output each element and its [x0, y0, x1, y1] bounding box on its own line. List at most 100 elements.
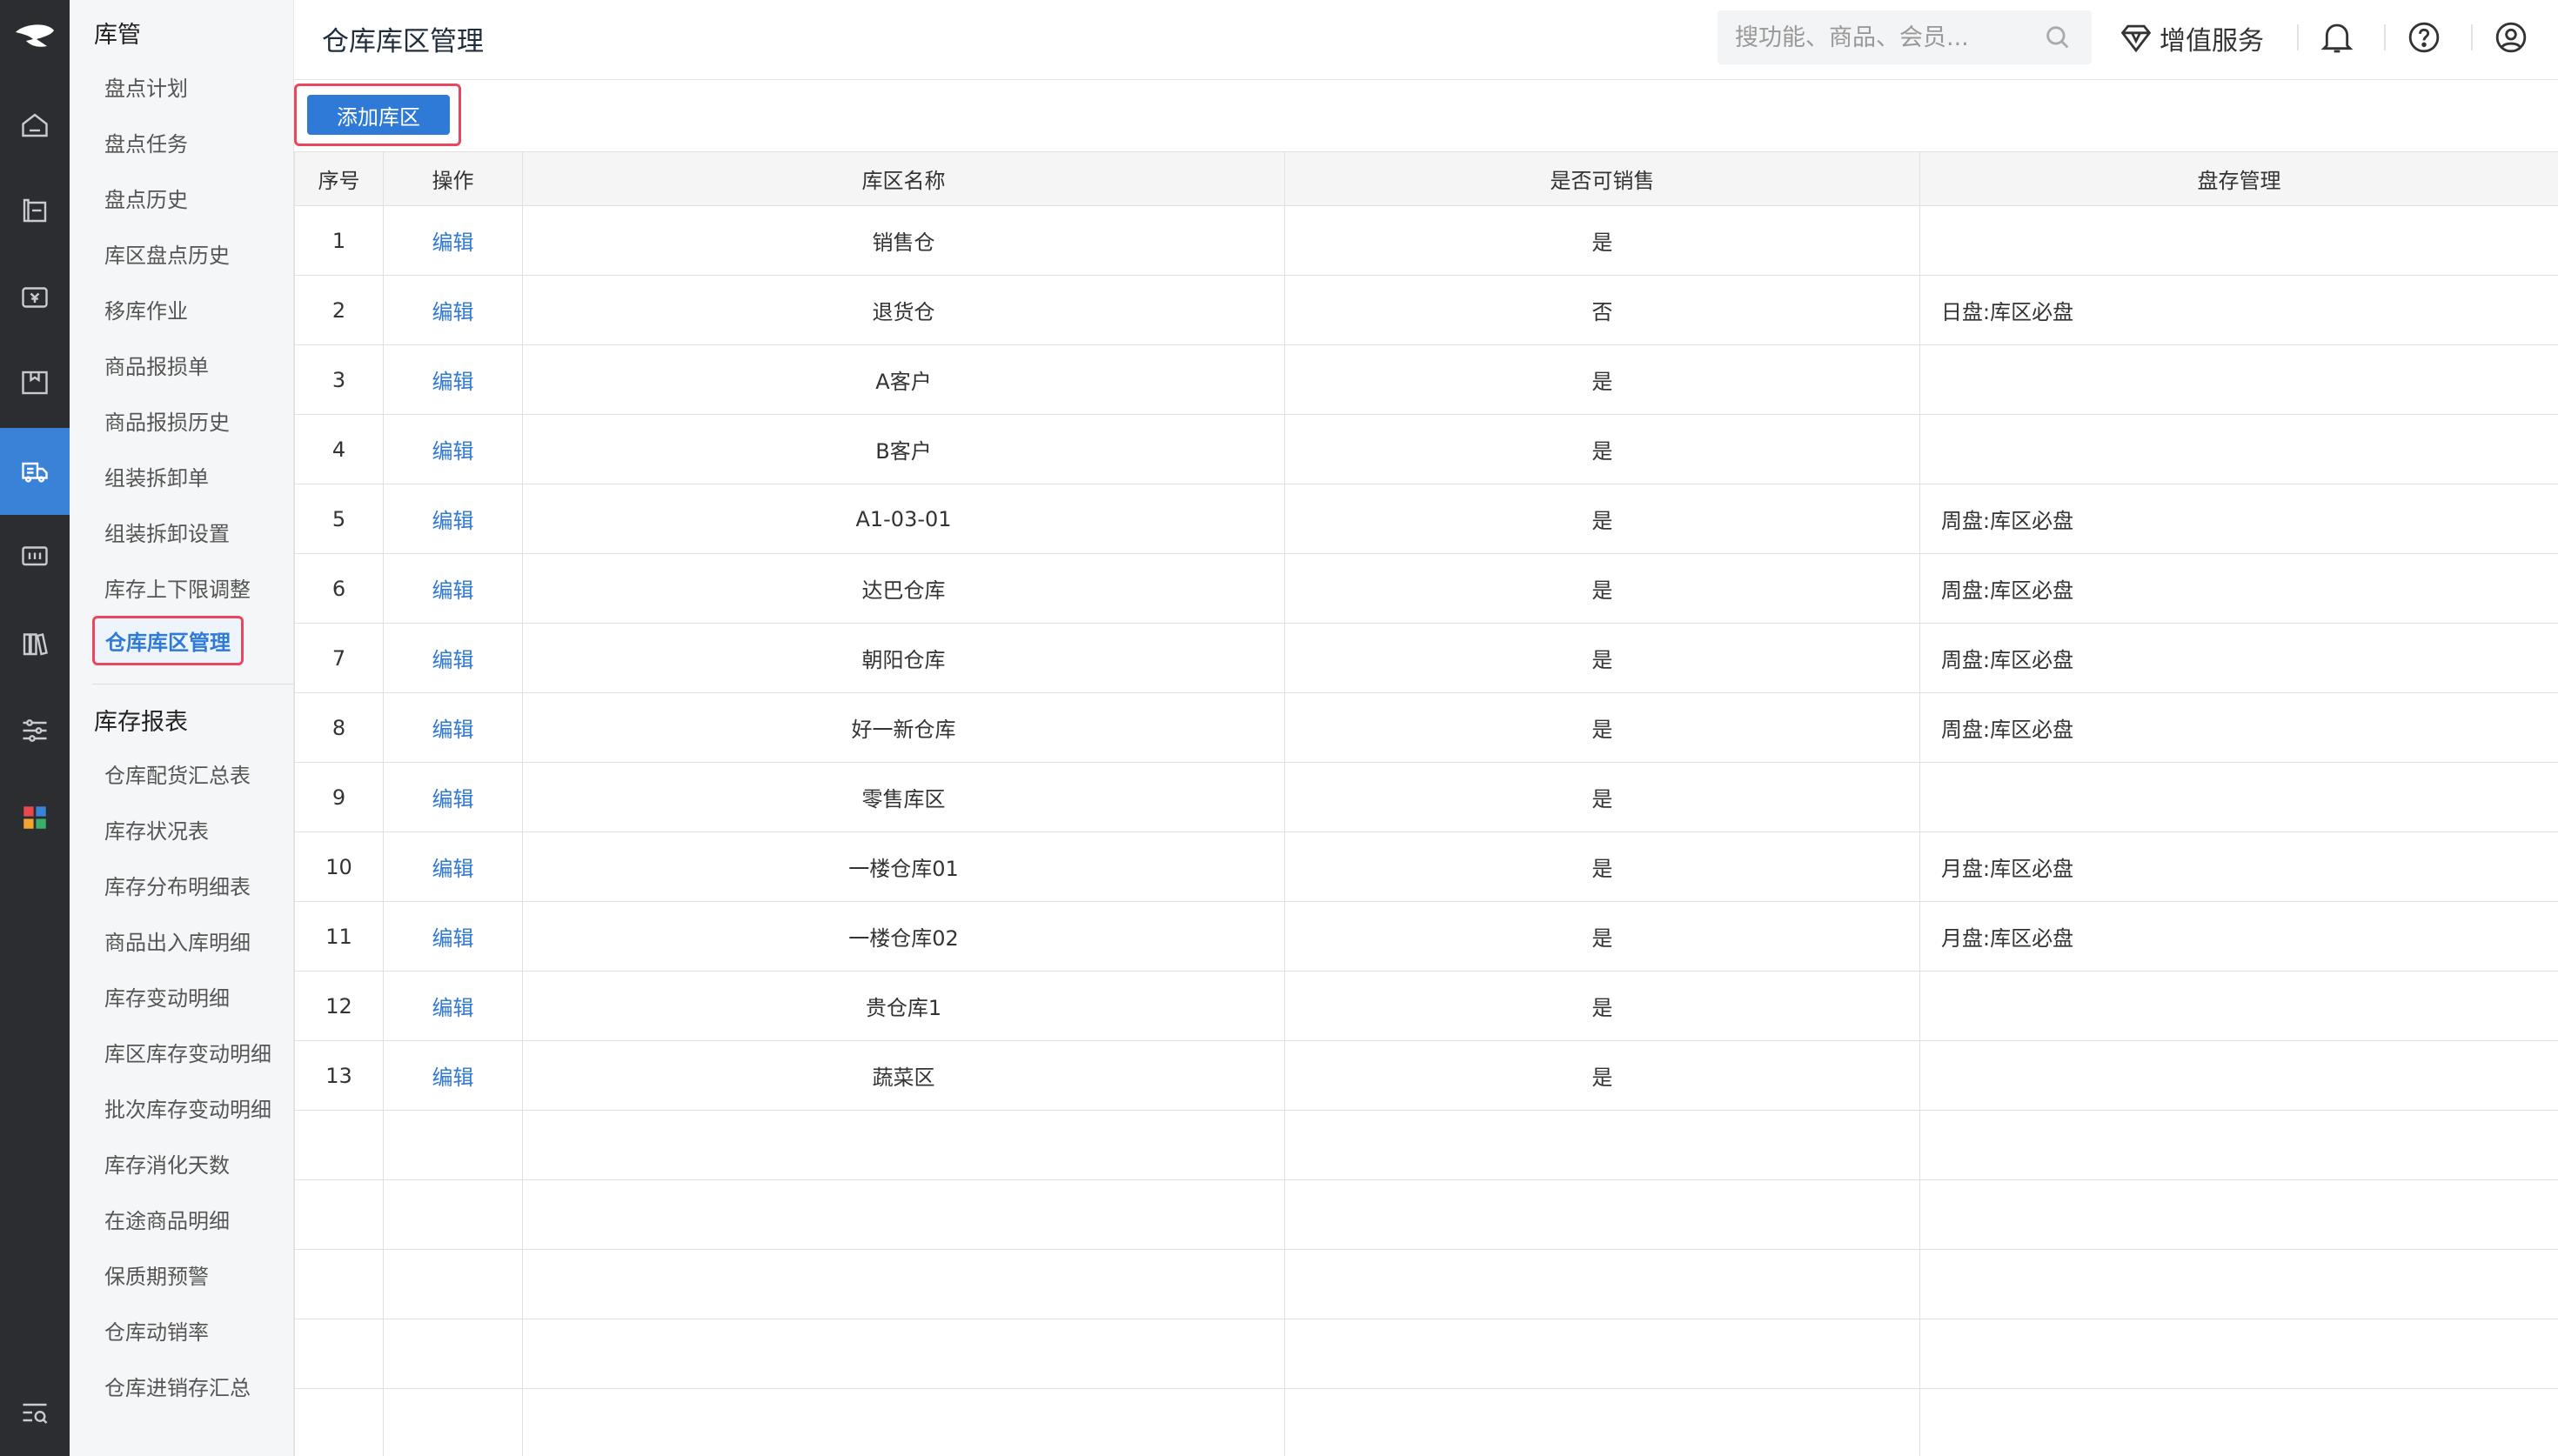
rail-menu-search[interactable] — [0, 1369, 70, 1456]
cell-inventory-mgmt: 月盘:库区必盘 — [1919, 901, 2558, 972]
table-row: 8 编辑 好一新仓库 是 周盘:库区必盘 — [294, 692, 2558, 763]
menu-item[interactable]: 仓库进销存汇总 — [104, 1371, 251, 1401]
diamond-icon — [2120, 24, 2152, 53]
table-row: 5 编辑 A1-03-01 是 周盘:库区必盘 — [294, 484, 2558, 554]
edit-link[interactable]: 编辑 — [383, 414, 523, 484]
empty-row — [294, 1249, 2558, 1319]
cell-no: 3 — [294, 344, 384, 415]
cell-sellable: 是 — [1284, 971, 1920, 1041]
add-zone-highlight: 添加库区 — [294, 83, 461, 146]
empty-row — [294, 1388, 2558, 1456]
rail-reports[interactable] — [0, 600, 70, 687]
books-icon — [23, 633, 48, 656]
table-row: 9 编辑 零售库区 是 — [294, 762, 2558, 832]
edit-link[interactable]: 编辑 — [383, 623, 523, 693]
edit-link[interactable]: 编辑 — [383, 1040, 523, 1111]
edit-link[interactable]: 编辑 — [383, 832, 523, 902]
add-zone-button[interactable]: 添加库区 — [307, 95, 450, 135]
user-icon[interactable] — [2494, 19, 2528, 56]
cell-sellable: 是 — [1284, 553, 1920, 624]
search-input[interactable] — [1718, 10, 2092, 64]
menu-item[interactable]: 仓库动销率 — [104, 1315, 209, 1346]
menu-item[interactable]: 批次库存变动明细 — [104, 1092, 271, 1123]
cell-name: 朝阳仓库 — [522, 623, 1285, 693]
cell-no: 6 — [294, 553, 384, 624]
edit-link[interactable]: 编辑 — [383, 762, 523, 832]
help-icon[interactable] — [2407, 19, 2441, 56]
col-header-name: 库区名称 — [522, 151, 1285, 206]
table-row: 12 编辑 贵仓库1 是 — [294, 971, 2558, 1041]
menu-group-inventory: 库管 — [94, 22, 141, 49]
col-header-action: 操作 — [383, 151, 523, 206]
rail-warehouse[interactable] — [0, 428, 70, 515]
zone-table: 序号 操作 库区名称 是否可销售 盘存管理 1 编辑 销售仓 是 2 编辑 退货… — [294, 151, 2558, 1456]
sub-menu: 库管 盘点计划 盘点任务 盘点历史 库区盘点历史 移库作业 商品报损单 商品报损… — [70, 0, 294, 1456]
header-divider — [2384, 24, 2386, 50]
menu-item[interactable]: 商品报损单 — [104, 350, 209, 380]
cell-name: B客户 — [522, 414, 1285, 484]
table-header-row: 序号 操作 库区名称 是否可销售 盘存管理 — [294, 151, 2558, 206]
menu-item[interactable]: 库存变动明细 — [104, 981, 230, 1012]
menu-item[interactable]: 商品报损历史 — [104, 405, 230, 436]
menu-item[interactable]: 移库作业 — [104, 294, 188, 324]
cell-inventory-mgmt — [1919, 762, 2558, 832]
menu-item[interactable]: 仓库配货汇总表 — [104, 758, 251, 789]
menu-item[interactable]: 组装拆卸设置 — [104, 517, 230, 547]
app-logo[interactable] — [0, 0, 70, 75]
cell-name: 蔬菜区 — [522, 1040, 1285, 1111]
menu-item[interactable]: 库区库存变动明细 — [104, 1037, 271, 1067]
cell-no: 1 — [294, 205, 384, 276]
cell-name: 销售仓 — [522, 205, 1285, 276]
menu-item[interactable]: 保质期预警 — [104, 1259, 209, 1290]
rail-settings[interactable] — [0, 687, 70, 774]
table-row: 13 编辑 蔬菜区 是 — [294, 1040, 2558, 1111]
edit-link[interactable]: 编辑 — [383, 484, 523, 554]
cell-no: 7 — [294, 623, 384, 693]
menu-item[interactable]: 盘点任务 — [104, 127, 188, 157]
cell-sellable: 是 — [1284, 344, 1920, 415]
cell-sellable: 是 — [1284, 623, 1920, 693]
menu-item-active[interactable]: 仓库库区管理 — [92, 616, 244, 665]
value-added-label: 增值服务 — [2160, 26, 2264, 57]
rail-apps[interactable] — [0, 774, 70, 861]
table-row: 10 编辑 一楼仓库01 是 月盘:库区必盘 — [294, 832, 2558, 902]
menu-item[interactable]: 盘点历史 — [104, 183, 188, 213]
edit-link[interactable]: 编辑 — [383, 344, 523, 415]
menu-item[interactable]: 库区盘点历史 — [104, 238, 230, 269]
rail-cashier[interactable] — [0, 513, 70, 600]
home-icon — [22, 113, 48, 137]
rail-package[interactable] — [0, 339, 70, 426]
col-header-inventory-mgmt: 盘存管理 — [1919, 151, 2558, 206]
value-added-services[interactable]: 增值服务 — [2119, 19, 2264, 57]
cell-inventory-mgmt — [1919, 414, 2558, 484]
header-divider — [2471, 24, 2473, 50]
menu-item[interactable]: 组装拆卸单 — [104, 461, 209, 491]
search-icon[interactable] — [2043, 23, 2073, 52]
edit-link[interactable]: 编辑 — [383, 971, 523, 1041]
sliders-icon — [23, 719, 47, 742]
header-divider — [2297, 24, 2299, 50]
menu-item[interactable]: 商品出入库明细 — [104, 925, 251, 956]
menu-item[interactable]: 库存上下限调整 — [104, 572, 251, 603]
menu-item[interactable]: 库存状况表 — [104, 814, 209, 845]
cell-no: 11 — [294, 901, 384, 972]
rail-finance[interactable] — [0, 254, 70, 341]
edit-link[interactable]: 编辑 — [383, 275, 523, 345]
cell-no: 4 — [294, 414, 384, 484]
edit-link[interactable]: 编辑 — [383, 692, 523, 763]
menu-item[interactable]: 盘点计划 — [104, 71, 188, 102]
edit-link[interactable]: 编辑 — [383, 901, 523, 972]
table-row: 11 编辑 一楼仓库02 是 月盘:库区必盘 — [294, 901, 2558, 972]
menu-item[interactable]: 库存分布明细表 — [104, 870, 251, 900]
bell-icon[interactable] — [2320, 19, 2354, 57]
apps-icon — [23, 806, 46, 829]
truck-icon — [22, 462, 48, 483]
cell-no: 10 — [294, 832, 384, 902]
cell-name: 好一新仓库 — [522, 692, 1285, 763]
rail-home[interactable] — [0, 82, 70, 169]
rail-goods[interactable] — [0, 167, 70, 254]
edit-link[interactable]: 编辑 — [383, 205, 523, 276]
menu-item[interactable]: 在途商品明细 — [104, 1204, 230, 1234]
edit-link[interactable]: 编辑 — [383, 553, 523, 624]
menu-item[interactable]: 库存消化天数 — [104, 1148, 230, 1179]
